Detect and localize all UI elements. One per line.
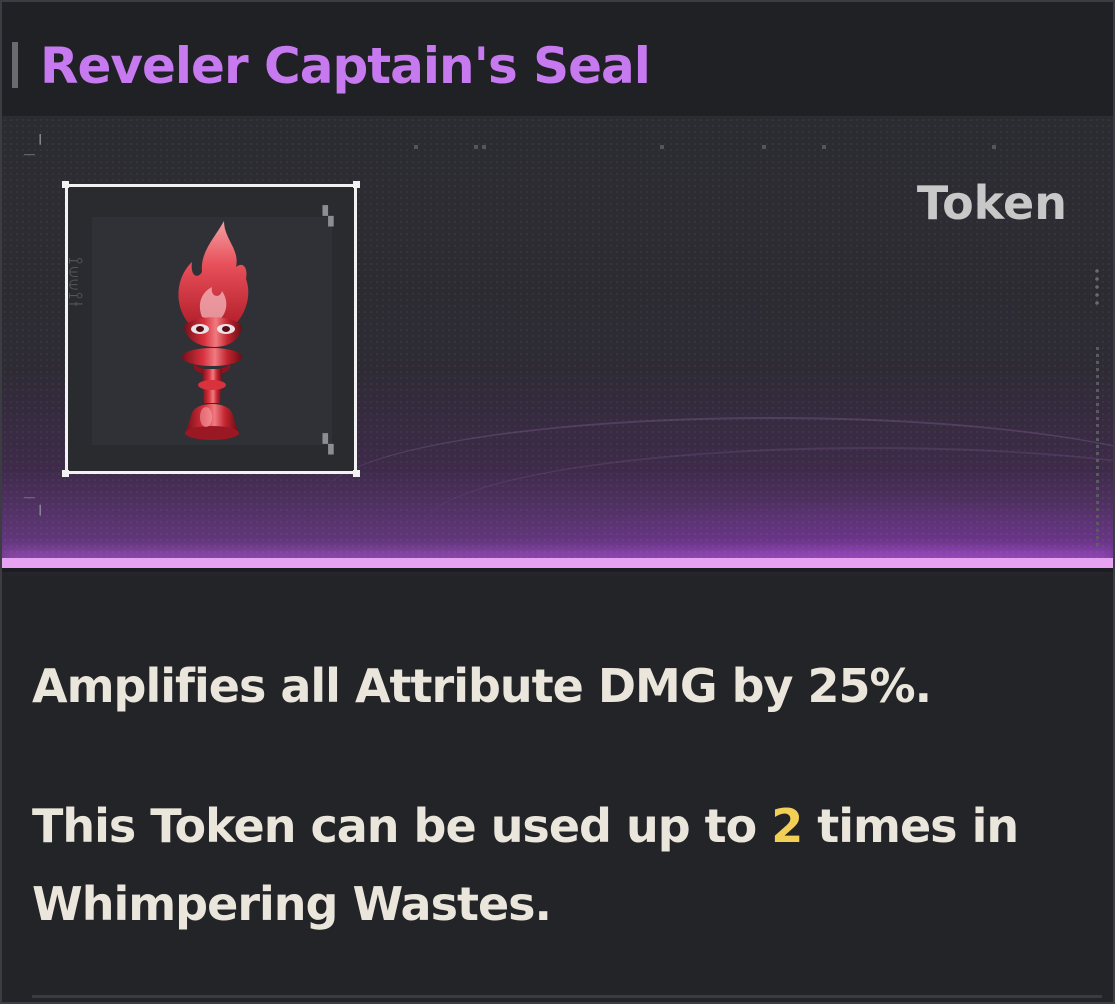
side-dot-decoration (1093, 267, 1101, 307)
item-category: Token (916, 176, 1067, 230)
usage-prefix: This Token can be used up to (32, 799, 772, 853)
rarity-divider (2, 558, 1113, 568)
pattern-glyph-icon: ▚ (322, 434, 334, 455)
dot-decoration (482, 145, 486, 149)
item-description: Amplifies all Attribute DMG by 25%. This… (32, 647, 1092, 943)
header-accent-bar (12, 42, 18, 88)
dot-decoration (762, 145, 766, 149)
dot-decoration (992, 145, 996, 149)
red-flame-torch-icon (178, 221, 249, 440)
bottom-rule (32, 995, 1102, 998)
item-tooltip-card: Reveler Captain's Seal _╵ ‾╷ Token ▚ ▚ ⟟… (0, 0, 1115, 1004)
pattern-glyph-icon: ▚ (322, 206, 334, 227)
dot-decoration (660, 145, 664, 149)
corner-bracket-icon: ‾╷ (24, 495, 46, 516)
decorative-vertical-glyphs: ⟟⟒⟒⟟⟊ (64, 257, 88, 309)
side-dash-decoration (1096, 347, 1099, 547)
description-usage: This Token can be used up to 2 times in … (32, 787, 1092, 943)
frame-corner (62, 470, 69, 477)
corner-bracket-icon: _╵ (24, 135, 46, 156)
divider-shadow (2, 568, 1113, 572)
dot-decoration (414, 145, 418, 149)
frame-corner (62, 181, 69, 188)
description-effect: Amplifies all Attribute DMG by 25%. (32, 659, 932, 713)
dot-decoration (474, 145, 478, 149)
item-title: Reveler Captain's Seal (40, 37, 651, 95)
frame-corner (353, 470, 360, 477)
frame-corner (353, 181, 360, 188)
usage-count: 2 (771, 799, 803, 853)
dot-decoration (822, 145, 826, 149)
tooltip-header: Reveler Captain's Seal (2, 2, 1113, 117)
